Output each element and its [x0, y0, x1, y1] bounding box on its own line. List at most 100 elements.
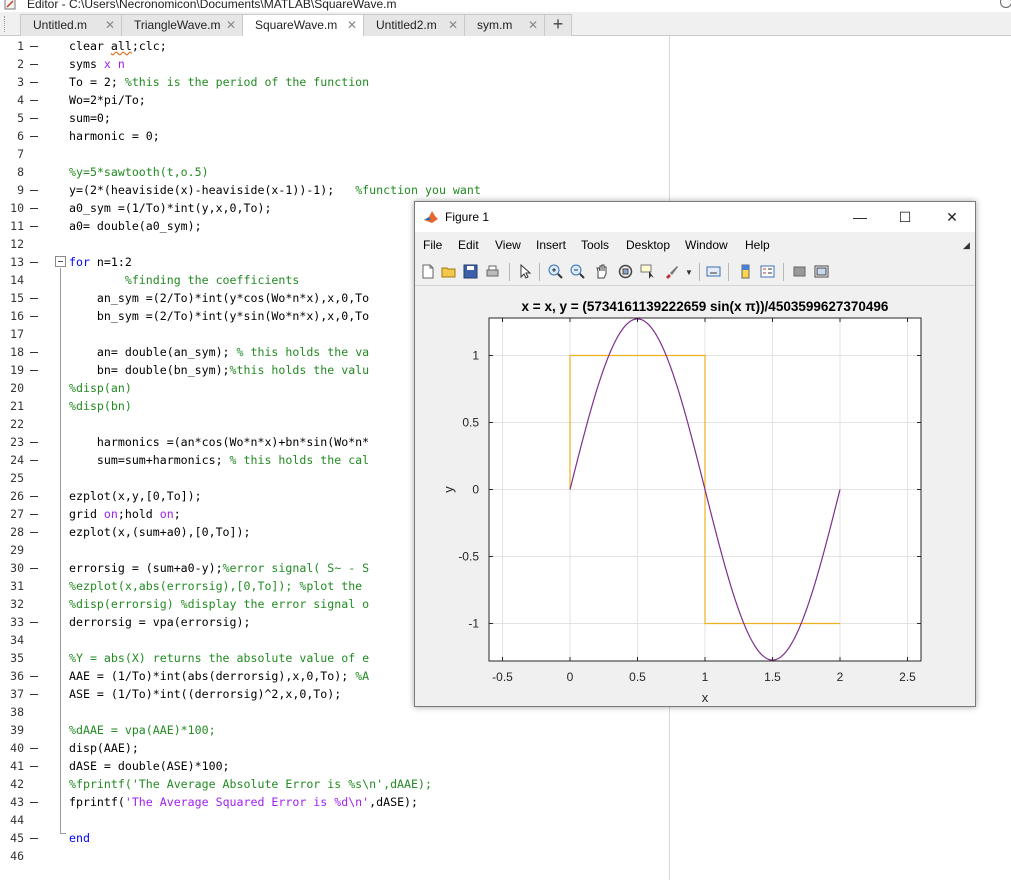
- breakpoint-marker[interactable]: [30, 622, 38, 623]
- maximize-button[interactable]: ☐: [890, 206, 920, 228]
- breakpoint-marker[interactable]: [30, 370, 38, 371]
- rotate-3d-icon[interactable]: [617, 263, 634, 280]
- plot-area[interactable]: -0.5 0 0.5 1 1.5 2 2.5 -1 -0.5 0 0.5 1 x = x, y = (5…: [415, 287, 975, 706]
- minimize-button[interactable]: —: [845, 206, 875, 228]
- code-line[interactable]: harmonics =(an*cos(Wo*n*x)+bn*sin(Wo*n*: [69, 433, 369, 451]
- breakpoint-marker[interactable]: [30, 766, 38, 767]
- close-icon[interactable]: ✕: [226, 15, 236, 35]
- breakpoint-marker[interactable]: [30, 100, 38, 101]
- breakpoint-marker[interactable]: [30, 298, 38, 299]
- code-line[interactable]: %disp(bn): [69, 397, 132, 415]
- insert-colorbar-icon[interactable]: [737, 263, 754, 280]
- code-line[interactable]: end: [69, 829, 90, 847]
- code-line[interactable]: sum=0;: [69, 109, 111, 127]
- code-line[interactable]: a0_sym =(1/To)*int(y,x,0,To);: [69, 199, 271, 217]
- menu-insert[interactable]: Insert: [536, 238, 566, 252]
- code-line[interactable]: errorsig = (sum+a0-y);%error signal( S~ …: [69, 559, 369, 577]
- code-line[interactable]: %Y = abs(X) returns the absolute value o…: [69, 649, 369, 667]
- print-icon[interactable]: [484, 263, 501, 280]
- close-icon[interactable]: ✕: [448, 15, 458, 35]
- tab-sym[interactable]: sym.m ✕: [464, 14, 545, 36]
- ezplot-chart[interactable]: -0.5 0 0.5 1 1.5 2 2.5 -1 -0.5 0 0.5 1 x = x, y = (5…: [415, 287, 975, 706]
- tab-untitled2[interactable]: Untitled2.m ✕: [363, 14, 465, 36]
- menu-overflow-icon[interactable]: ◢: [963, 240, 970, 251]
- code-line[interactable]: bn_sym =(2/To)*int(y*sin(Wo*n*x),x,0,To: [69, 307, 369, 325]
- breakpoint-marker[interactable]: [30, 46, 38, 47]
- code-line[interactable]: bn= double(bn_sym);%this holds the valu: [69, 361, 369, 379]
- breakpoint-marker[interactable]: [30, 838, 38, 839]
- code-line[interactable]: %disp(errorsig) %display the error signa…: [69, 595, 369, 613]
- code-line[interactable]: dASE = double(ASE)*100;: [69, 757, 230, 775]
- code-line[interactable]: %dAAE = vpa(AAE)*100;: [69, 721, 216, 739]
- open-file-icon[interactable]: [440, 263, 457, 280]
- breakpoint-marker[interactable]: [30, 352, 38, 353]
- breakpoint-marker[interactable]: [30, 496, 38, 497]
- new-figure-icon[interactable]: [419, 263, 436, 280]
- breakpoint-marker[interactable]: [30, 190, 38, 191]
- code-line[interactable]: To = 2; %this is the period of the funct…: [69, 73, 369, 91]
- tab-trianglewave[interactable]: TriangleWave.m ✕: [121, 14, 243, 36]
- code-line[interactable]: ASE = (1/To)*int((derrorsig)^2,x,0,To);: [69, 685, 341, 703]
- breakpoint-marker[interactable]: [30, 532, 38, 533]
- code-line[interactable]: %fprintf('The Average Absolute Error is …: [69, 775, 432, 793]
- link-plot-icon[interactable]: [705, 263, 722, 280]
- code-line[interactable]: for n=1:2: [69, 253, 132, 271]
- breakpoint-marker[interactable]: [30, 262, 38, 263]
- code-line[interactable]: derrorsig = vpa(errorsig);: [69, 613, 250, 631]
- close-button[interactable]: ✕: [937, 206, 967, 228]
- breakpoint-marker[interactable]: [30, 802, 38, 803]
- breakpoint-marker[interactable]: [30, 82, 38, 83]
- breakpoint-marker[interactable]: [30, 514, 38, 515]
- menu-file[interactable]: File: [423, 238, 442, 252]
- add-tab-button[interactable]: +: [544, 14, 572, 36]
- breakpoint-marker[interactable]: [30, 676, 38, 677]
- code-fold-icon[interactable]: [55, 256, 66, 267]
- code-line[interactable]: grid on;hold on;: [69, 505, 181, 523]
- breakpoint-marker[interactable]: [30, 64, 38, 65]
- breakpoint-marker[interactable]: [30, 460, 38, 461]
- breakpoint-marker[interactable]: [30, 568, 38, 569]
- code-line[interactable]: ezplot(x,y,[0,To]);: [69, 487, 202, 505]
- data-cursor-icon[interactable]: [639, 263, 656, 280]
- help-icon[interactable]: [1000, 0, 1011, 8]
- close-icon[interactable]: ✕: [347, 15, 357, 35]
- tab-untitled[interactable]: Untitled.m ✕: [20, 14, 122, 36]
- save-icon[interactable]: [462, 263, 479, 280]
- pan-icon[interactable]: [593, 263, 610, 280]
- menu-view[interactable]: View: [495, 238, 521, 252]
- code-line[interactable]: an= double(an_sym); % this holds the va: [69, 343, 369, 361]
- code-line[interactable]: clear all;clc;: [69, 37, 167, 55]
- zoom-out-icon[interactable]: [569, 263, 586, 280]
- code-line[interactable]: harmonic = 0;: [69, 127, 160, 145]
- brush-icon[interactable]: [663, 263, 680, 280]
- menu-tools[interactable]: Tools: [581, 238, 609, 252]
- code-line[interactable]: %finding the coefficients: [69, 271, 300, 289]
- breakpoint-marker[interactable]: [30, 694, 38, 695]
- breakpoint-marker[interactable]: [30, 136, 38, 137]
- zoom-in-icon[interactable]: [547, 263, 564, 280]
- close-icon[interactable]: ✕: [528, 15, 538, 35]
- tab-bar-grip[interactable]: [4, 16, 7, 32]
- code-line[interactable]: AAE = (1/To)*int(abs(derrorsig),x,0,To);…: [69, 667, 369, 685]
- hide-plot-tools-icon[interactable]: [791, 263, 808, 280]
- code-line[interactable]: ezplot(x,(sum+a0),[0,To]);: [69, 523, 250, 541]
- tab-squarewave[interactable]: SquareWave.m ✕: [242, 14, 364, 37]
- code-line[interactable]: a0= double(a0_sym);: [69, 217, 202, 235]
- breakpoint-marker[interactable]: [30, 748, 38, 749]
- menu-window[interactable]: Window: [685, 238, 728, 252]
- code-line[interactable]: fprintf('The Average Squared Error is %d…: [69, 793, 418, 811]
- code-line[interactable]: disp(AAE);: [69, 739, 139, 757]
- figure-title-bar[interactable]: Figure 1 — ☐ ✕: [415, 202, 975, 232]
- breakpoint-marker[interactable]: [30, 118, 38, 119]
- brush-dropdown-arrow[interactable]: ▼: [685, 268, 693, 277]
- code-line[interactable]: Wo=2*pi/To;: [69, 91, 146, 109]
- code-line[interactable]: %ezplot(x,abs(errorsig),[0,To]); %plot t…: [69, 577, 369, 595]
- menu-desktop[interactable]: Desktop: [626, 238, 670, 252]
- code-line[interactable]: an_sym =(2/To)*int(y*cos(Wo*n*x),x,0,To: [69, 289, 369, 307]
- edit-plot-icon[interactable]: [517, 263, 534, 280]
- code-line[interactable]: %disp(an): [69, 379, 132, 397]
- menu-edit[interactable]: Edit: [458, 238, 479, 252]
- code-line[interactable]: y=(2*(heaviside(x)-heaviside(x-1))-1); %…: [69, 181, 481, 199]
- breakpoint-marker[interactable]: [30, 442, 38, 443]
- show-plot-tools-icon[interactable]: [813, 263, 830, 280]
